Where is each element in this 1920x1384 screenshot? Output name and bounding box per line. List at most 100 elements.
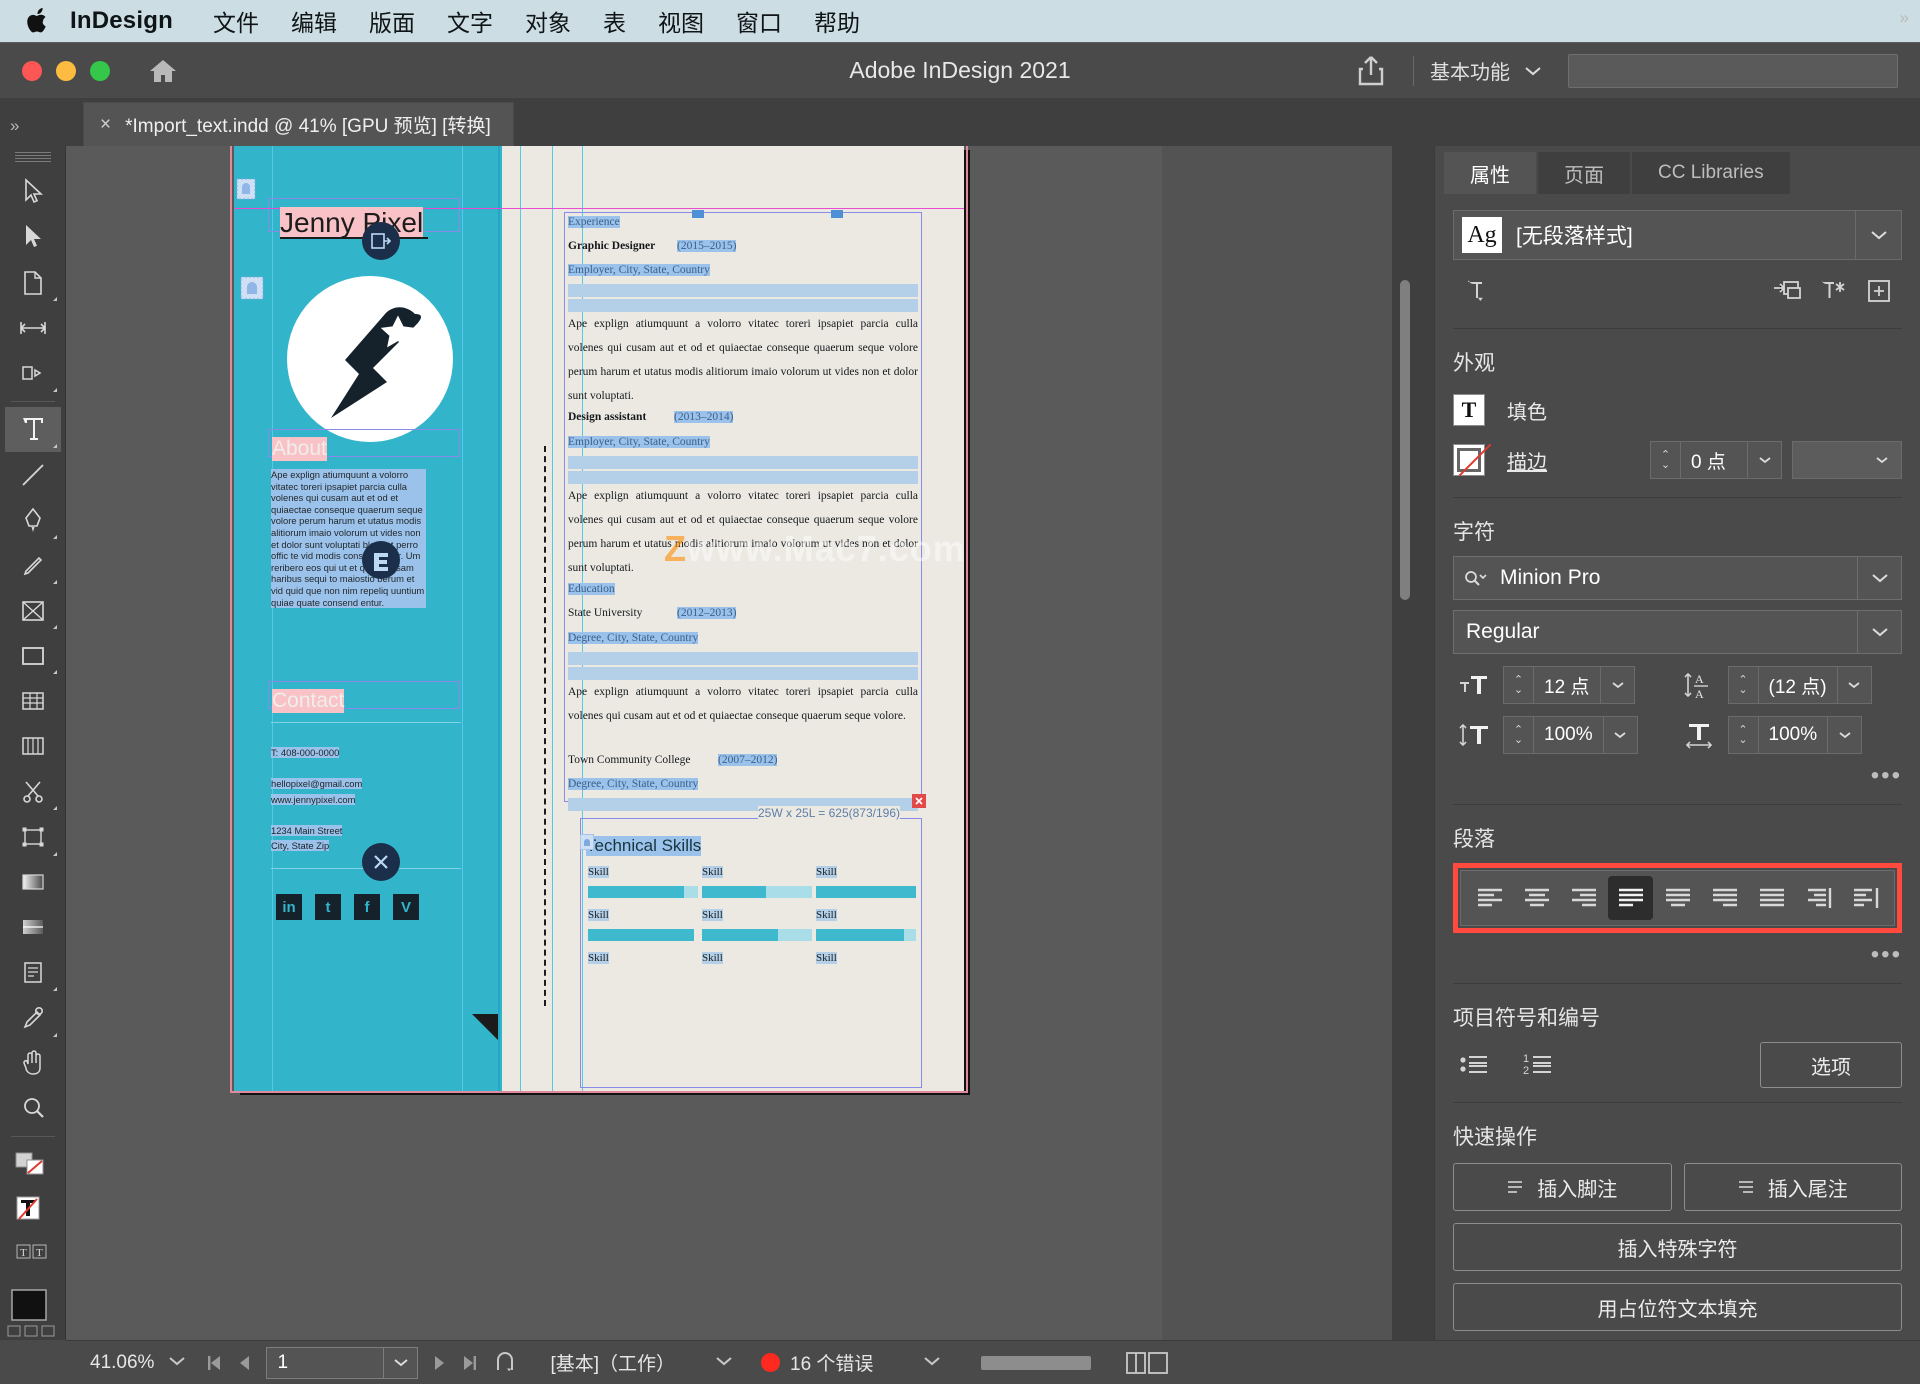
insert-special-char-button[interactable]: 插入特殊字符 — [1453, 1223, 1902, 1271]
menu-view[interactable]: 视图 — [642, 4, 720, 38]
contact-phone[interactable]: T: 408-000-0000 — [271, 747, 340, 758]
menu-help[interactable]: 帮助 — [798, 4, 876, 38]
chevron-down-icon[interactable] — [383, 1347, 417, 1378]
justify-last-left-button[interactable] — [1608, 876, 1653, 920]
error-count-label[interactable]: 16 个错误 — [790, 1349, 873, 1376]
document-canvas[interactable]: Jenny Pixel About Ape explign atiumquunt… — [66, 146, 1162, 1340]
share-icon[interactable] — [1345, 51, 1397, 91]
align-right-button[interactable] — [1561, 876, 1606, 920]
insert-footnote-button[interactable]: 插入脚注 — [1453, 1163, 1672, 1211]
tab-pages[interactable]: 页面 — [1538, 152, 1630, 194]
eyedropper-tool[interactable] — [5, 995, 61, 1040]
horizontal-scale-stepper[interactable]: ⌃ ⌄ 100% — [1727, 716, 1863, 754]
scissors-tool[interactable] — [5, 769, 61, 814]
chevron-down-icon[interactable] — [1836, 667, 1871, 703]
tab-properties[interactable]: 属性 — [1444, 152, 1536, 194]
stepper-arrows[interactable]: ⌃ ⌄ — [1729, 717, 1759, 753]
out-port-marker[interactable] — [362, 843, 400, 881]
free-transform-tool[interactable] — [5, 814, 61, 859]
type-tool[interactable] — [4, 406, 61, 453]
stepper-arrows[interactable]: ⌃ ⌄ — [1651, 442, 1681, 478]
rectangle-tool[interactable] — [5, 633, 61, 678]
next-page-icon[interactable] — [424, 1354, 454, 1372]
gradient-feather-tool[interactable] — [5, 905, 61, 950]
page-tool[interactable] — [5, 260, 61, 305]
font-family-select[interactable]: Minion Pro — [1453, 556, 1902, 600]
stroke-row[interactable]: 描边 ⌃ ⌄ 0 点 — [1453, 437, 1902, 483]
hand-tool[interactable] — [5, 1041, 61, 1086]
paragraph-style-selector[interactable]: Ag [无段落样式] — [1453, 210, 1902, 260]
chevron-down-icon[interactable] — [1857, 611, 1901, 653]
text-formatting-toggle[interactable] — [5, 1187, 61, 1232]
gap-tool[interactable] — [5, 305, 61, 350]
contact-email[interactable]: hellopixel@gmail.com — [271, 778, 363, 789]
align-away-spine-button[interactable] — [1843, 876, 1888, 920]
home-icon[interactable] — [146, 56, 180, 86]
menu-file[interactable]: 文件 — [197, 4, 275, 38]
frame-tool[interactable] — [5, 588, 61, 633]
close-icon[interactable]: × — [100, 114, 111, 136]
stroke-type-select[interactable] — [1792, 441, 1902, 479]
leading-stepper[interactable]: ⌃ ⌄ (12 点) — [1727, 666, 1872, 704]
insert-endnote-button[interactable]: 插入尾注 — [1683, 1163, 1902, 1211]
apple-logo-icon[interactable] — [22, 4, 52, 38]
maximize-window-button[interactable] — [90, 60, 110, 81]
vimeo-icon[interactable]: V — [393, 894, 419, 920]
color-swatch-controls[interactable] — [4, 1284, 62, 1340]
in-port-marker[interactable] — [362, 222, 400, 260]
fill-row[interactable]: T 填色 — [1453, 387, 1902, 433]
preflight-dropdown-icon[interactable] — [873, 1354, 955, 1371]
master-dropdown-icon[interactable] — [675, 1354, 747, 1371]
paragraph-more-options[interactable]: ••• — [1453, 941, 1902, 969]
text-stroke-none-icon[interactable] — [1453, 444, 1485, 476]
bulleted-list-icon[interactable] — [1453, 1045, 1499, 1085]
skills-frame[interactable] — [580, 818, 922, 1088]
table-tool[interactable] — [5, 678, 61, 723]
horizontal-scale-control[interactable]: ⌃ ⌄ 100% — [1678, 716, 1903, 754]
master-page-icon[interactable] — [484, 1351, 528, 1375]
last-page-icon[interactable] — [454, 1354, 484, 1372]
pencil-tool[interactable] — [5, 543, 61, 588]
chevron-down-icon[interactable] — [1747, 442, 1781, 478]
facebook-icon[interactable]: f — [354, 894, 380, 920]
paragraph-asterisk-icon[interactable] — [1810, 271, 1856, 311]
first-page-icon[interactable] — [200, 1354, 230, 1372]
chevron-down-icon[interactable] — [1855, 211, 1901, 259]
content-collector-tool[interactable] — [5, 351, 61, 396]
column-tool[interactable] — [5, 724, 61, 769]
note-tool[interactable] — [5, 950, 61, 995]
text-fill-icon[interactable]: T — [1453, 394, 1485, 426]
stroke-weight-stepper[interactable]: ⌃ ⌄ 0 点 — [1650, 441, 1782, 479]
zoom-tool[interactable] — [5, 1086, 61, 1131]
stepper-arrows[interactable]: ⌃ ⌄ — [1504, 717, 1534, 753]
linkedin-icon[interactable]: in — [276, 894, 302, 920]
gradient-swatch-tool[interactable] — [5, 860, 61, 905]
canvas-scrollbar[interactable] — [1400, 280, 1410, 600]
chevron-down-icon[interactable] — [1857, 557, 1901, 599]
minimize-window-button[interactable] — [56, 60, 76, 81]
resume-logo[interactable] — [287, 276, 453, 442]
vertical-scale-control[interactable]: ⌃ ⌄ 100% — [1453, 716, 1678, 754]
tab-cc-libraries[interactable]: CC Libraries — [1632, 152, 1790, 194]
close-window-button[interactable] — [22, 60, 42, 81]
stepper-arrows[interactable]: ⌃ ⌄ — [1504, 667, 1534, 703]
document-tab[interactable]: × *Import_text.indd @ 41% [GPU 预览] [转换] — [83, 102, 514, 146]
document-page[interactable]: Jenny Pixel About Ape explign atiumquunt… — [234, 146, 964, 1091]
expand-panels-icon[interactable]: » — [1900, 8, 1910, 28]
font-size-stepper[interactable]: ⌃ ⌄ 12 点 — [1503, 666, 1635, 704]
chevron-down-icon[interactable] — [1827, 717, 1861, 753]
contact-address-line2[interactable]: City, State Zip — [271, 840, 330, 851]
thread-marker[interactable] — [362, 541, 400, 579]
tool-panel-grip[interactable] — [14, 152, 51, 164]
leading-control[interactable]: AA ⌃ ⌄ (12 点) — [1678, 666, 1903, 704]
contact-website[interactable]: www.jennypixel.com — [271, 794, 356, 805]
fill-stroke-swatches[interactable] — [5, 1142, 61, 1187]
character-more-options[interactable]: ••• — [1453, 762, 1902, 790]
insert-into-frame-icon[interactable] — [1764, 271, 1810, 311]
stepper-arrows[interactable]: ⌃ ⌄ — [1729, 667, 1759, 703]
menu-type[interactable]: 文字 — [431, 4, 509, 38]
mac-app-name[interactable]: InDesign — [70, 7, 173, 35]
vertical-scale-stepper[interactable]: ⌃ ⌄ 100% — [1503, 716, 1638, 754]
add-plus-icon[interactable] — [1856, 271, 1902, 311]
align-toward-spine-button[interactable] — [1796, 876, 1841, 920]
